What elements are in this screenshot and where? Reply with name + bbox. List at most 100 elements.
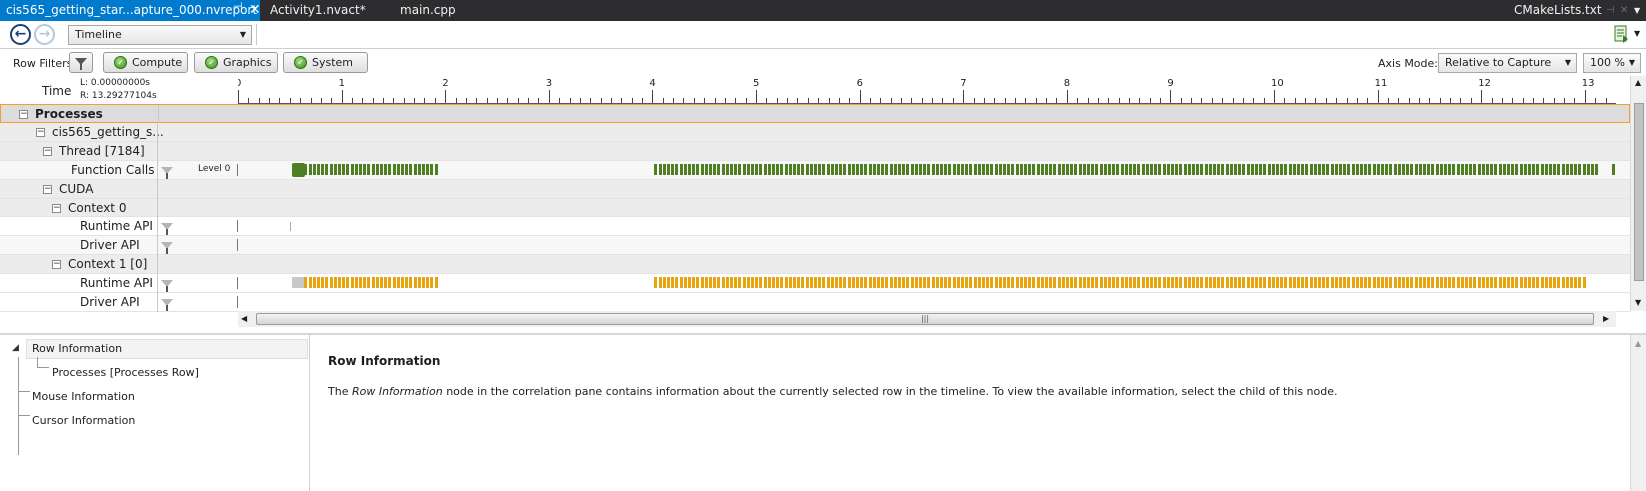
event-bar[interactable] xyxy=(1553,277,1556,288)
event-bar[interactable] xyxy=(974,164,977,175)
event-bar[interactable] xyxy=(1125,277,1128,288)
event-bar[interactable] xyxy=(1431,164,1434,175)
event-bar[interactable] xyxy=(1305,277,1308,288)
event-bar[interactable] xyxy=(1289,164,1292,175)
event-bar[interactable] xyxy=(388,277,391,288)
event-bar[interactable] xyxy=(885,164,888,175)
event-bar[interactable] xyxy=(1406,277,1409,288)
event-bar[interactable] xyxy=(772,277,775,288)
event-bar[interactable] xyxy=(856,164,859,175)
event-bar[interactable] xyxy=(835,164,838,175)
event-bar[interactable] xyxy=(401,164,404,175)
event-bar[interactable] xyxy=(1415,277,1418,288)
event-bar[interactable] xyxy=(906,277,909,288)
event-bar[interactable] xyxy=(1524,164,1527,175)
event-bar[interactable] xyxy=(1058,164,1061,175)
event-bar[interactable] xyxy=(363,277,366,288)
event-bar[interactable] xyxy=(692,164,695,175)
event-bar[interactable] xyxy=(1536,164,1539,175)
event-bar[interactable] xyxy=(1499,277,1502,288)
event-bar-start[interactable] xyxy=(292,163,305,177)
event-bar[interactable] xyxy=(969,164,972,175)
event-bar[interactable] xyxy=(1226,277,1229,288)
row-filter-icon[interactable] xyxy=(161,299,173,311)
event-bar[interactable] xyxy=(1053,164,1056,175)
event-bar[interactable] xyxy=(338,277,341,288)
event-bar[interactable] xyxy=(1284,277,1287,288)
event-bar[interactable] xyxy=(869,277,872,288)
event-bar[interactable] xyxy=(995,164,998,175)
scroll-up-icon[interactable]: ▲ xyxy=(1635,78,1641,87)
event-bar[interactable] xyxy=(1578,277,1581,288)
event-bar[interactable] xyxy=(351,277,354,288)
event-bar[interactable] xyxy=(426,277,429,288)
event-bar[interactable] xyxy=(1242,277,1245,288)
event-bar[interactable] xyxy=(1087,277,1090,288)
event-bar[interactable] xyxy=(667,277,670,288)
event-bar[interactable] xyxy=(1461,164,1464,175)
event-bar[interactable] xyxy=(1591,164,1594,175)
event-bar[interactable] xyxy=(894,164,897,175)
zoom-select[interactable]: 100 % ▼ xyxy=(1583,53,1641,73)
event-bar[interactable] xyxy=(1188,164,1191,175)
event-bar[interactable] xyxy=(822,164,825,175)
event-bar[interactable] xyxy=(877,164,880,175)
event-bar[interactable] xyxy=(1242,164,1245,175)
event-bar[interactable] xyxy=(1011,164,1014,175)
event-bar[interactable] xyxy=(1410,277,1413,288)
event-bar[interactable] xyxy=(1448,277,1451,288)
event-bar[interactable] xyxy=(325,164,328,175)
tab-activity1[interactable]: Activity1.nvact* xyxy=(264,0,366,21)
event-bar[interactable] xyxy=(797,164,800,175)
event-bar[interactable] xyxy=(1553,164,1556,175)
event-bar[interactable] xyxy=(898,164,901,175)
event-bar[interactable] xyxy=(743,164,746,175)
event-bar[interactable] xyxy=(1314,164,1317,175)
event-bar[interactable] xyxy=(1200,277,1203,288)
event-bar[interactable] xyxy=(986,277,989,288)
event-bar[interactable] xyxy=(430,277,433,288)
event-bar[interactable] xyxy=(1259,277,1262,288)
event-bar[interactable] xyxy=(1545,164,1548,175)
event-bar[interactable] xyxy=(1406,164,1409,175)
event-bar[interactable] xyxy=(1415,164,1418,175)
event-bar[interactable] xyxy=(1335,277,1338,288)
event-bar[interactable] xyxy=(1469,277,1472,288)
event-bar[interactable] xyxy=(1532,277,1535,288)
event-bar[interactable] xyxy=(1276,277,1279,288)
vertical-scroll-thumb[interactable] xyxy=(1634,103,1644,281)
event-bar[interactable] xyxy=(890,277,893,288)
expander-icon[interactable]: − xyxy=(43,185,52,194)
event-bar[interactable] xyxy=(1436,277,1439,288)
event-bar[interactable] xyxy=(1196,277,1199,288)
event-bar[interactable] xyxy=(852,277,855,288)
expander-icon[interactable]: − xyxy=(52,204,61,213)
event-bar[interactable] xyxy=(1578,164,1581,175)
event-bar[interactable] xyxy=(738,164,741,175)
event-bar[interactable] xyxy=(372,164,375,175)
event-bar[interactable] xyxy=(1070,277,1073,288)
event-bar[interactable] xyxy=(764,164,767,175)
event-bar[interactable] xyxy=(986,164,989,175)
event-bar[interactable] xyxy=(919,164,922,175)
event-bar[interactable] xyxy=(1364,277,1367,288)
event-bar[interactable] xyxy=(1381,164,1384,175)
event-bar[interactable] xyxy=(1016,164,1019,175)
event-bar[interactable] xyxy=(659,277,662,288)
event-bar[interactable] xyxy=(1389,164,1392,175)
event-bar[interactable] xyxy=(1125,164,1128,175)
event-bar[interactable] xyxy=(806,164,809,175)
event-bar[interactable] xyxy=(688,164,691,175)
event-bar[interactable] xyxy=(418,164,421,175)
event-bar[interactable] xyxy=(726,164,729,175)
event-bar[interactable] xyxy=(1179,164,1182,175)
event-bar[interactable] xyxy=(965,277,968,288)
event-bar[interactable] xyxy=(330,164,333,175)
event-bar[interactable] xyxy=(831,277,834,288)
event-bar[interactable] xyxy=(1394,164,1397,175)
event-bar[interactable] xyxy=(818,277,821,288)
event-bar[interactable] xyxy=(1142,164,1145,175)
expander-icon[interactable]: − xyxy=(36,128,45,137)
event-bar[interactable] xyxy=(1074,164,1077,175)
event-bar[interactable] xyxy=(688,277,691,288)
